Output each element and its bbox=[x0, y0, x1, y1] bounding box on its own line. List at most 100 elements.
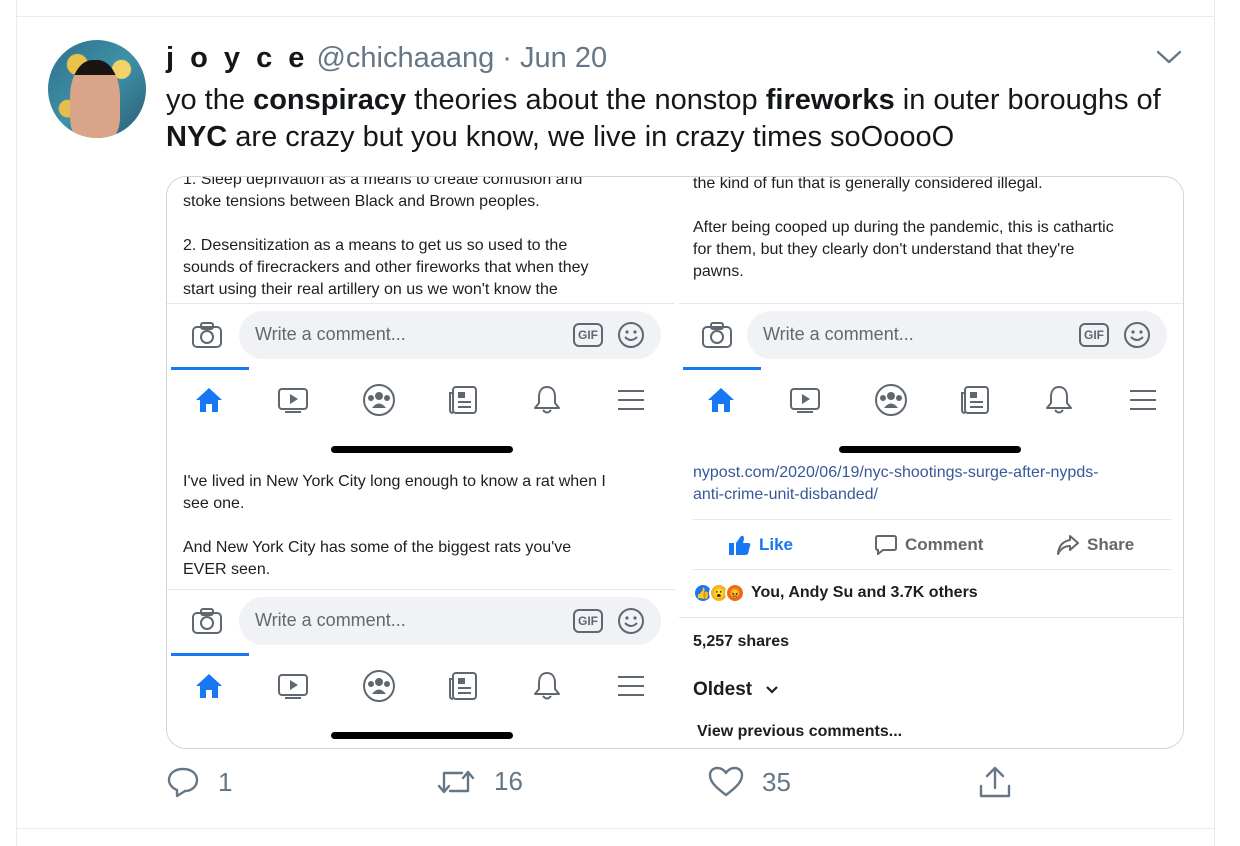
reply-count: 1 bbox=[218, 766, 233, 797]
nav-item-bell[interactable] bbox=[1019, 367, 1099, 437]
nav-item-watch[interactable] bbox=[253, 367, 333, 437]
fb-bottom-nav bbox=[167, 367, 675, 437]
tweet-text-segment: in outer boroughs of bbox=[894, 84, 1161, 116]
screenshot-top-left[interactable]: 1. Sleep deprivation as a means to creat… bbox=[167, 177, 675, 461]
nav-item-news[interactable] bbox=[423, 367, 503, 437]
fb-post-text: 1. Sleep deprivation as a means to creat… bbox=[183, 177, 589, 301]
fb-action-row: Like Comment Share bbox=[679, 521, 1183, 569]
tweet-top-divider bbox=[16, 16, 1215, 17]
comment-placeholder: Write a comment... bbox=[255, 324, 406, 344]
fb-text-line: the kind of fun that is generally consid… bbox=[693, 177, 1043, 192]
share-button[interactable] bbox=[978, 766, 1012, 800]
tweet-text-segment: theories about the nonstop bbox=[406, 84, 766, 116]
nav-item-groups[interactable] bbox=[851, 367, 931, 437]
fb-text-line: After being cooped up during the pandemi… bbox=[693, 219, 1114, 236]
nav-item-home[interactable] bbox=[169, 367, 249, 437]
gif-icon[interactable]: GIF bbox=[573, 323, 603, 347]
groups-icon bbox=[874, 383, 908, 422]
article-link[interactable]: nypost.com/2020/06/19/nyc-shootings-surg… bbox=[693, 465, 1099, 506]
groups-icon bbox=[362, 669, 396, 708]
chevron-down-icon[interactable] bbox=[1156, 46, 1182, 68]
emoji-icon[interactable] bbox=[617, 607, 645, 635]
fb-text-line: sounds of firecrackers and other firewor… bbox=[183, 259, 589, 276]
fb-bottom-nav bbox=[679, 367, 1183, 437]
tweet-text: yo the conspiracy theories about the non… bbox=[166, 82, 1196, 156]
nav-item-watch[interactable] bbox=[253, 653, 333, 723]
camera-icon[interactable] bbox=[191, 607, 223, 635]
nav-item-menu[interactable] bbox=[591, 653, 671, 723]
news-icon bbox=[448, 671, 478, 706]
tweet-media-grid[interactable]: 1. Sleep deprivation as a means to creat… bbox=[166, 176, 1184, 749]
screenshot-bottom-right[interactable]: nypost.com/2020/06/19/nyc-shootings-surg… bbox=[679, 465, 1183, 748]
fb-text-line: EVER seen. bbox=[183, 561, 271, 578]
comment-input[interactable]: Write a comment... GIF bbox=[239, 311, 661, 359]
retweet-button[interactable]: 16 bbox=[436, 766, 523, 797]
reply-icon bbox=[167, 767, 199, 798]
fb-text-line bbox=[693, 195, 1114, 217]
tweet-date[interactable]: Jun 20 bbox=[520, 42, 607, 74]
tweet-text-bold: fireworks bbox=[765, 84, 895, 116]
retweet-count: 16 bbox=[494, 766, 523, 796]
nav-item-news[interactable] bbox=[935, 367, 1015, 437]
gif-icon[interactable]: GIF bbox=[573, 609, 603, 633]
user-handle[interactable]: @chichaaang bbox=[316, 42, 494, 74]
nav-item-news[interactable] bbox=[423, 653, 503, 723]
timeline-left-border bbox=[16, 0, 17, 846]
nav-item-bell[interactable] bbox=[507, 653, 587, 723]
camera-icon[interactable] bbox=[701, 321, 733, 349]
tweet-bottom-divider bbox=[16, 828, 1215, 829]
shares-count[interactable]: 5,257 shares bbox=[693, 633, 789, 651]
reply-button[interactable]: 1 bbox=[166, 766, 232, 798]
emoji-icon[interactable] bbox=[617, 321, 645, 349]
sort-label: Oldest bbox=[693, 679, 753, 700]
media-gutter bbox=[167, 461, 1183, 465]
bell-icon bbox=[533, 384, 561, 421]
fb-text-line bbox=[183, 515, 606, 537]
like-count: 35 bbox=[762, 766, 791, 797]
comment-bar: Write a comment... GIF bbox=[167, 589, 675, 653]
nav-item-menu[interactable] bbox=[1103, 367, 1183, 437]
share-icon bbox=[979, 766, 1011, 798]
fb-like-button[interactable]: Like bbox=[729, 521, 793, 569]
fb-comment-button[interactable]: Comment bbox=[875, 521, 983, 569]
camera-icon[interactable] bbox=[191, 321, 223, 349]
display-name[interactable]: j o y c e bbox=[166, 42, 308, 74]
fb-text-line: I've lived in New York City long enough … bbox=[183, 473, 606, 490]
comment-sort-dropdown[interactable]: Oldest bbox=[693, 679, 779, 701]
screenshot-bottom-left[interactable]: I've lived in New York City long enough … bbox=[167, 465, 675, 748]
fb-text-line: see one. bbox=[183, 495, 245, 512]
view-previous-comments[interactable]: View previous comments... bbox=[697, 723, 902, 741]
fb-text-line bbox=[183, 213, 589, 235]
nav-item-bell[interactable] bbox=[507, 367, 587, 437]
home-icon bbox=[194, 672, 224, 705]
fb-text-line: pawns. bbox=[693, 263, 744, 280]
menu-icon bbox=[1128, 388, 1158, 417]
nav-item-home[interactable] bbox=[681, 367, 761, 437]
watch-icon bbox=[277, 386, 309, 419]
comment-input[interactable]: Write a comment... GIF bbox=[239, 597, 661, 645]
nav-item-watch[interactable] bbox=[765, 367, 845, 437]
fb-text-line: 2. Desensitization as a means to get us … bbox=[183, 237, 568, 254]
nav-item-menu[interactable] bbox=[591, 367, 671, 437]
fb-text-line: stoke tensions between Black and Brown p… bbox=[183, 193, 540, 210]
emoji-icon[interactable] bbox=[1123, 321, 1151, 349]
news-icon bbox=[448, 385, 478, 420]
like-button[interactable]: 35 bbox=[708, 766, 791, 798]
divider bbox=[693, 519, 1171, 520]
gif-icon[interactable]: GIF bbox=[1079, 323, 1109, 347]
screenshot-top-right[interactable]: the kind of fun that is generally consid… bbox=[679, 177, 1183, 461]
divider bbox=[679, 617, 1183, 618]
share-arrow-icon bbox=[1057, 535, 1079, 555]
thumbs-up-icon bbox=[729, 535, 751, 555]
home-icon bbox=[194, 386, 224, 419]
nav-item-home[interactable] bbox=[169, 653, 249, 723]
home-indicator bbox=[331, 446, 513, 453]
watch-icon bbox=[789, 386, 821, 419]
nav-item-groups[interactable] bbox=[339, 367, 419, 437]
bell-icon bbox=[533, 670, 561, 707]
nav-item-groups[interactable] bbox=[339, 653, 419, 723]
avatar[interactable] bbox=[48, 40, 146, 138]
reactions-summary[interactable]: 👍 😮 😡 You, Andy Su and 3.7K others bbox=[693, 583, 978, 603]
comment-input[interactable]: Write a comment... GIF bbox=[747, 311, 1167, 359]
fb-share-button[interactable]: Share bbox=[1057, 521, 1134, 569]
